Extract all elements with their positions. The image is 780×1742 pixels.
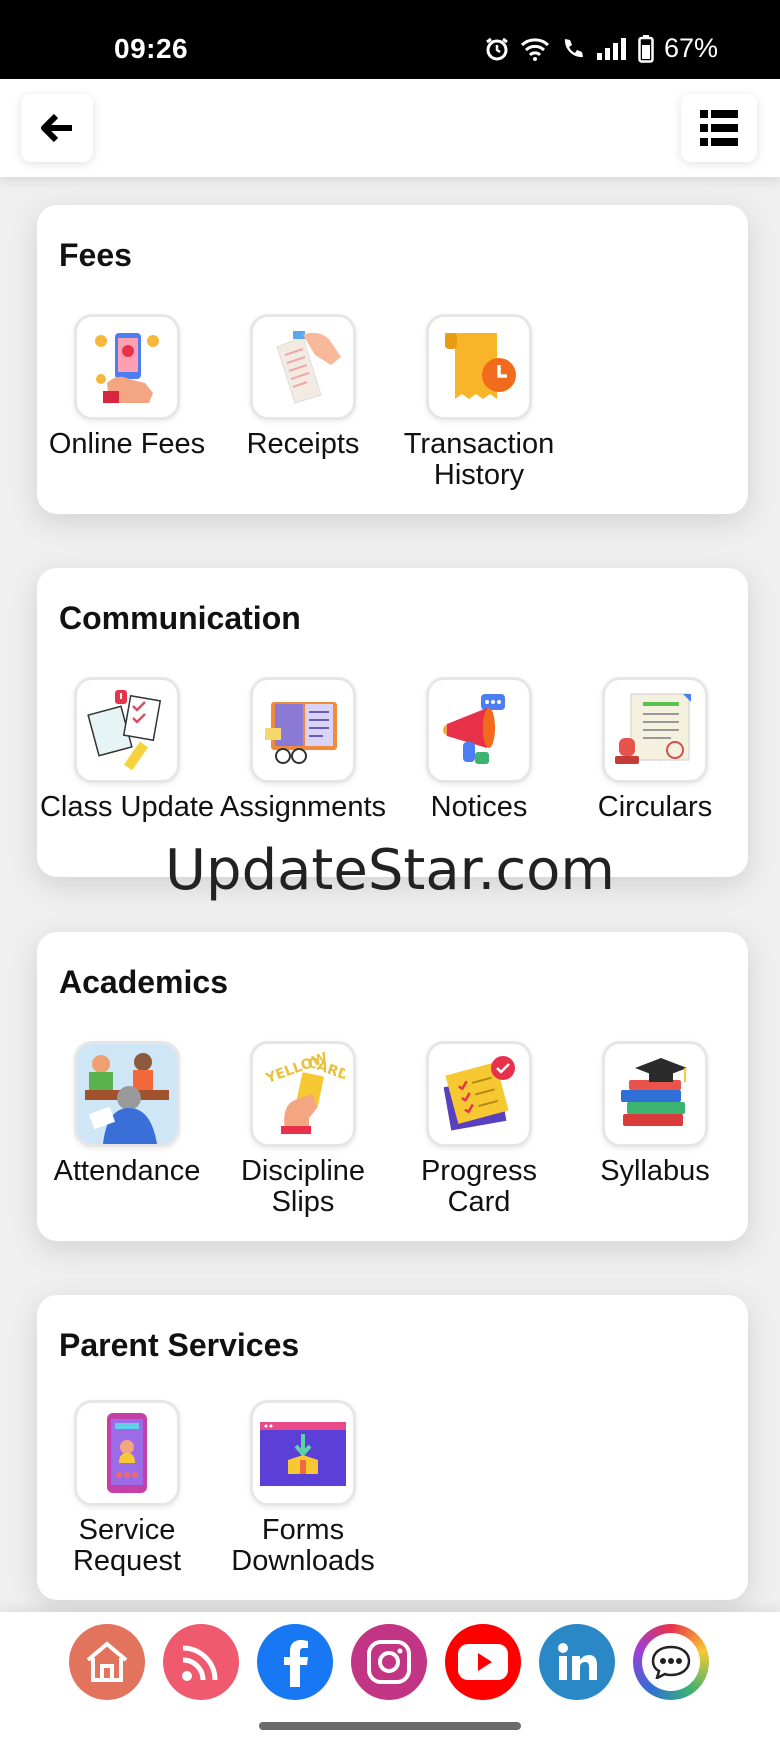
megaphone-icon — [426, 677, 532, 783]
section-title-parent-services: Parent Services — [59, 1327, 300, 1363]
books-icon — [602, 1041, 708, 1147]
history-clock-icon — [426, 314, 532, 420]
tile-assignments[interactable]: Assignments — [215, 677, 391, 823]
tile-online-fees[interactable]: Online Fees — [39, 314, 215, 460]
tile-label: Discipline Slips — [240, 1155, 366, 1218]
certificate-icon — [602, 677, 708, 783]
tile-label: Progress Card — [420, 1155, 538, 1218]
classroom-icon — [74, 1041, 180, 1147]
fees-card: Fees Online Fees Receipts Transaction Hi… — [37, 205, 748, 514]
section-title-fees: Fees — [59, 237, 132, 273]
battery-icon — [638, 34, 654, 63]
wifi-icon — [520, 37, 549, 61]
tile-progress-card[interactable]: Progress Card — [391, 1041, 567, 1218]
home-indicator[interactable] — [259, 1722, 521, 1730]
tile-label: Circulars — [597, 791, 713, 823]
back-button[interactable] — [21, 94, 93, 162]
tile-label: Online Fees — [48, 428, 206, 460]
tile-label: Transaction History — [403, 428, 555, 491]
status-bar: 09:26 67% — [0, 0, 780, 79]
tile-label: Syllabus — [600, 1155, 710, 1187]
tile-label: Notices — [430, 791, 528, 823]
app-bar — [0, 79, 780, 177]
tile-receipts[interactable]: Receipts — [215, 314, 391, 460]
menu-button[interactable] — [681, 94, 757, 162]
tile-forms-downloads[interactable]: Forms Downloads — [215, 1400, 391, 1577]
academics-card: Academics Attendance YELLOW CARD Discipli… — [37, 932, 748, 1241]
home-icon[interactable] — [69, 1624, 145, 1700]
status-time: 09:26 — [114, 33, 189, 64]
tile-circulars[interactable]: Circulars — [567, 677, 743, 823]
tile-syllabus[interactable]: Syllabus — [567, 1041, 743, 1187]
alarm-icon — [486, 37, 508, 60]
download-box-icon — [250, 1400, 356, 1506]
receipt-icon — [250, 314, 356, 420]
tile-transaction-history[interactable]: Transaction History — [391, 314, 567, 491]
youtube-icon[interactable] — [445, 1624, 521, 1700]
chat-icon[interactable] — [633, 1624, 709, 1700]
parent-services-card: Parent Services Service Request Forms Do… — [37, 1295, 748, 1600]
phone-payment-icon — [74, 314, 180, 420]
tile-label: Receipts — [246, 428, 360, 460]
tile-label: Class Update — [39, 791, 215, 823]
tile-class-update[interactable]: Class Update — [39, 677, 215, 823]
support-phone-icon — [74, 1400, 180, 1506]
tile-label: Forms Downloads — [231, 1514, 375, 1577]
section-title-academics: Academics — [59, 964, 228, 1000]
communication-card: Communication Class Update Assignments N… — [37, 568, 748, 877]
status-icons: 67% — [484, 33, 718, 64]
notebook-icon — [250, 677, 356, 783]
watermark: UpdateStar.com — [165, 838, 615, 903]
call-icon — [564, 38, 583, 57]
rss-icon[interactable] — [163, 1624, 239, 1700]
facebook-icon[interactable] — [257, 1624, 333, 1700]
social-bar — [0, 1612, 780, 1742]
tile-service-request[interactable]: Service Request — [39, 1400, 215, 1577]
signal-icon — [596, 37, 626, 60]
tile-attendance[interactable]: Attendance — [39, 1041, 215, 1187]
yellow-card-icon: YELLOW CARD — [250, 1041, 356, 1147]
tile-label: Attendance — [53, 1155, 201, 1187]
list-icon — [700, 110, 738, 146]
tile-discipline-slips[interactable]: YELLOW CARD Discipline Slips — [215, 1041, 391, 1218]
battery-percent: 67% — [663, 33, 718, 63]
report-card-icon — [426, 1041, 532, 1147]
tile-label: Assignments — [219, 791, 386, 823]
tile-notices[interactable]: Notices — [391, 677, 567, 823]
tile-label: Service Request — [72, 1514, 181, 1577]
linkedin-icon[interactable] — [539, 1624, 615, 1700]
class-update-icon — [74, 677, 180, 783]
instagram-icon[interactable] — [351, 1624, 427, 1700]
section-title-communication: Communication — [59, 600, 301, 636]
arrow-left-icon — [41, 113, 72, 143]
